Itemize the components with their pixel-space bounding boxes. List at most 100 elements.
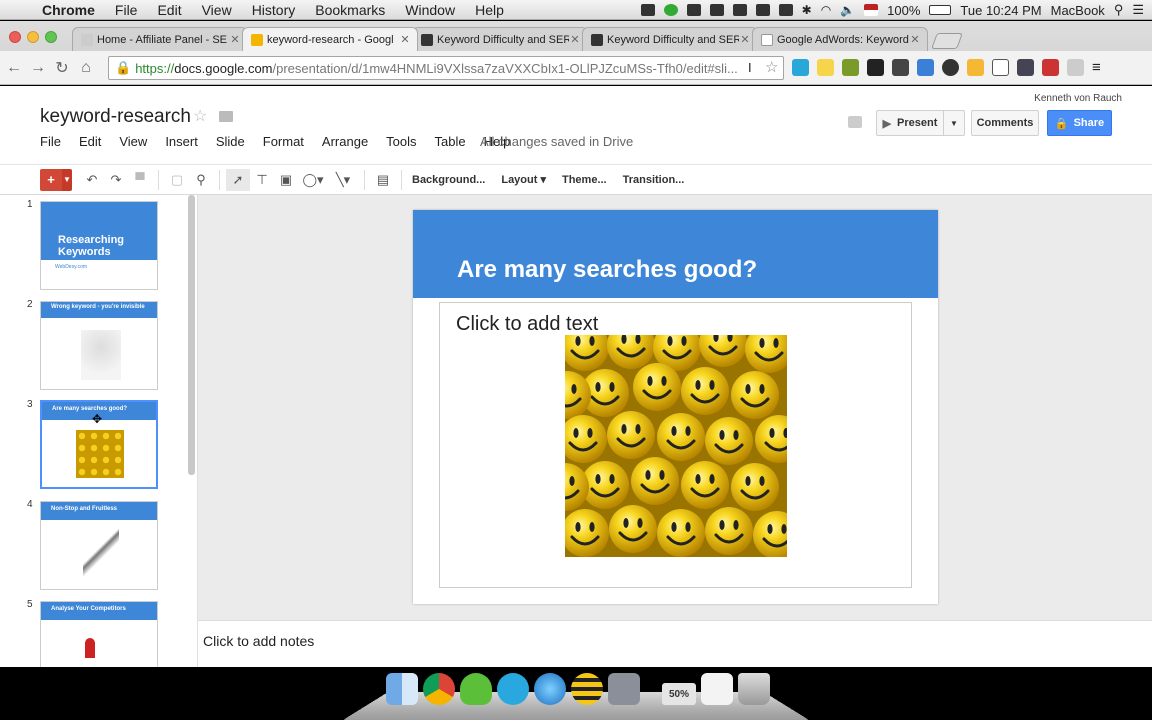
minimize-window-button[interactable] [27, 31, 39, 43]
extension-icon[interactable] [917, 59, 934, 76]
extension-icon[interactable] [867, 59, 884, 76]
paint-format-icon[interactable]: ▀ [128, 169, 152, 191]
menubar-file[interactable]: File [105, 2, 148, 18]
close-icon[interactable]: ✕ [399, 33, 411, 46]
menu-arrange[interactable]: Arrange [322, 134, 368, 149]
tab-google-adwords[interactable]: Google AdWords: Keyword ✕ [752, 27, 928, 51]
clock[interactable]: Tue 10:24 PM [960, 3, 1041, 18]
folder-icon[interactable] [755, 4, 770, 16]
select-cursor-icon[interactable]: ➚ [226, 168, 250, 191]
close-window-button[interactable] [9, 31, 21, 43]
menubar-edit[interactable]: Edit [147, 2, 191, 18]
slide-thumbnail-5[interactable]: Analyse Your Competitors [40, 601, 158, 667]
address-bar[interactable]: 🔒 https:// docs.google.com /presentation… [108, 56, 784, 80]
skype-icon[interactable] [497, 673, 529, 705]
redo-icon[interactable]: ↷ [104, 169, 128, 191]
slide-thumbnail-3[interactable]: Are many searches good? ✥ [40, 400, 158, 489]
menu-table[interactable]: Table [435, 134, 466, 149]
tab-keyword-difficulty-2[interactable]: Keyword Difficulty and SER ✕ [582, 27, 758, 51]
downloads-stack-icon[interactable] [701, 673, 733, 705]
notification-center-icon[interactable]: ☰ [1132, 2, 1144, 18]
share-button[interactable]: 🔒 Share [1047, 110, 1112, 136]
home-icon[interactable]: ⌂ [74, 59, 98, 77]
new-slide-dropdown-button[interactable]: ▼ [62, 168, 72, 191]
chrome-icon[interactable] [423, 673, 455, 705]
volume-icon[interactable]: 🔈 [840, 3, 855, 17]
close-icon[interactable]: ✕ [229, 33, 241, 46]
filmstrip-scrollbar[interactable] [188, 195, 195, 475]
new-slide-button[interactable]: + [40, 168, 62, 191]
bookmark-star-icon[interactable]: ☆ [765, 58, 778, 76]
gear-icon[interactable] [732, 4, 747, 16]
bee-app-icon[interactable] [571, 673, 603, 705]
smiley-faces-image[interactable] [565, 335, 787, 557]
checkmark-icon[interactable] [686, 4, 701, 16]
close-icon[interactable]: ✕ [739, 33, 751, 46]
bluetooth-icon[interactable]: ✱ [802, 3, 812, 17]
close-icon[interactable]: ✕ [569, 33, 581, 46]
slide-thumbnail-2[interactable]: Wrong keyword - you're invisible [40, 301, 158, 390]
zoom-window-button[interactable] [45, 31, 57, 43]
tab-affiliate-panel[interactable]: Home - Affiliate Panel - SE ✕ [72, 27, 248, 51]
screenflow-icon[interactable] [608, 673, 640, 705]
finder-icon[interactable] [386, 673, 418, 705]
menu-view[interactable]: View [119, 134, 147, 149]
transition-button[interactable]: Transition... [623, 174, 685, 186]
new-tab-button[interactable] [931, 33, 963, 49]
zoom-icon[interactable]: ⚲ [189, 169, 213, 191]
zoom-level-badge[interactable]: 50% [662, 683, 696, 705]
adium-icon[interactable] [460, 673, 492, 705]
present-dropdown-button[interactable]: ▼ [943, 110, 965, 136]
extension-icon[interactable] [992, 59, 1009, 76]
spotlight-icon[interactable]: ⚲ [1114, 2, 1124, 18]
reload-icon[interactable]: ↻ [50, 58, 74, 78]
menu-slide[interactable]: Slide [216, 134, 245, 149]
extension-icon[interactable] [1042, 59, 1059, 76]
extension-icon[interactable] [942, 59, 959, 76]
extension-icon[interactable] [1017, 59, 1034, 76]
back-arrow-icon[interactable]: ← [2, 59, 26, 77]
menubar-bookmarks[interactable]: Bookmarks [305, 2, 395, 18]
menubar-view[interactable]: View [192, 2, 242, 18]
flag-icon[interactable] [864, 4, 879, 16]
menubar-help[interactable]: Help [465, 2, 514, 18]
theme-button[interactable]: Theme... [562, 174, 607, 186]
line-icon[interactable]: ╲▾ [328, 169, 358, 191]
status-dot-icon[interactable] [663, 4, 678, 16]
slide-title[interactable]: Are many searches good? [457, 256, 757, 284]
undo-icon[interactable]: ↶ [80, 169, 104, 191]
slide-thumbnail-1[interactable]: Researching Keywords WebDesy.com [40, 201, 158, 290]
itunes-icon[interactable] [534, 673, 566, 705]
battery-icon[interactable] [929, 5, 952, 15]
comment-icon[interactable] [848, 116, 862, 128]
text-cursor-icon[interactable]: I [748, 60, 752, 75]
wifi-icon[interactable]: ◠ [821, 3, 831, 17]
camera-icon[interactable] [640, 4, 655, 16]
present-button[interactable]: ▶ Present [876, 110, 944, 136]
menu-insert[interactable]: Insert [165, 134, 198, 149]
trash-icon[interactable] [738, 673, 770, 705]
menu-edit[interactable]: Edit [79, 134, 101, 149]
extension-icon[interactable] [967, 59, 984, 76]
extension-icon[interactable] [1067, 59, 1084, 76]
comment-add-icon[interactable]: ▤ [371, 169, 395, 191]
account-name[interactable]: Kenneth von Rauch [1034, 93, 1122, 104]
image-icon[interactable]: ▣ [274, 169, 298, 191]
menu-file[interactable]: File [40, 134, 61, 149]
document-title[interactable]: keyword-research [40, 106, 191, 128]
menubar-history[interactable]: History [242, 2, 306, 18]
folder-icon[interactable] [219, 111, 233, 122]
extension-icon[interactable] [792, 59, 809, 76]
current-slide[interactable]: Are many searches good? Click to add tex… [413, 210, 938, 604]
shape-icon[interactable]: ◯▾ [298, 169, 328, 191]
menubar-window[interactable]: Window [395, 2, 465, 18]
tab-keyword-research[interactable]: keyword-research - Googl ✕ [242, 27, 418, 51]
layout-button[interactable]: Layout ▾ [501, 173, 546, 186]
comments-button[interactable]: Comments [971, 110, 1039, 136]
battery-percentage[interactable]: 100% [887, 3, 920, 18]
chrome-menu-icon[interactable]: ≡ [1092, 59, 1109, 76]
text-box-icon[interactable]: ⊤ [250, 169, 274, 191]
menu-format[interactable]: Format [263, 134, 304, 149]
star-icon[interactable]: ☆ [193, 106, 207, 126]
close-icon[interactable]: ✕ [909, 33, 921, 46]
